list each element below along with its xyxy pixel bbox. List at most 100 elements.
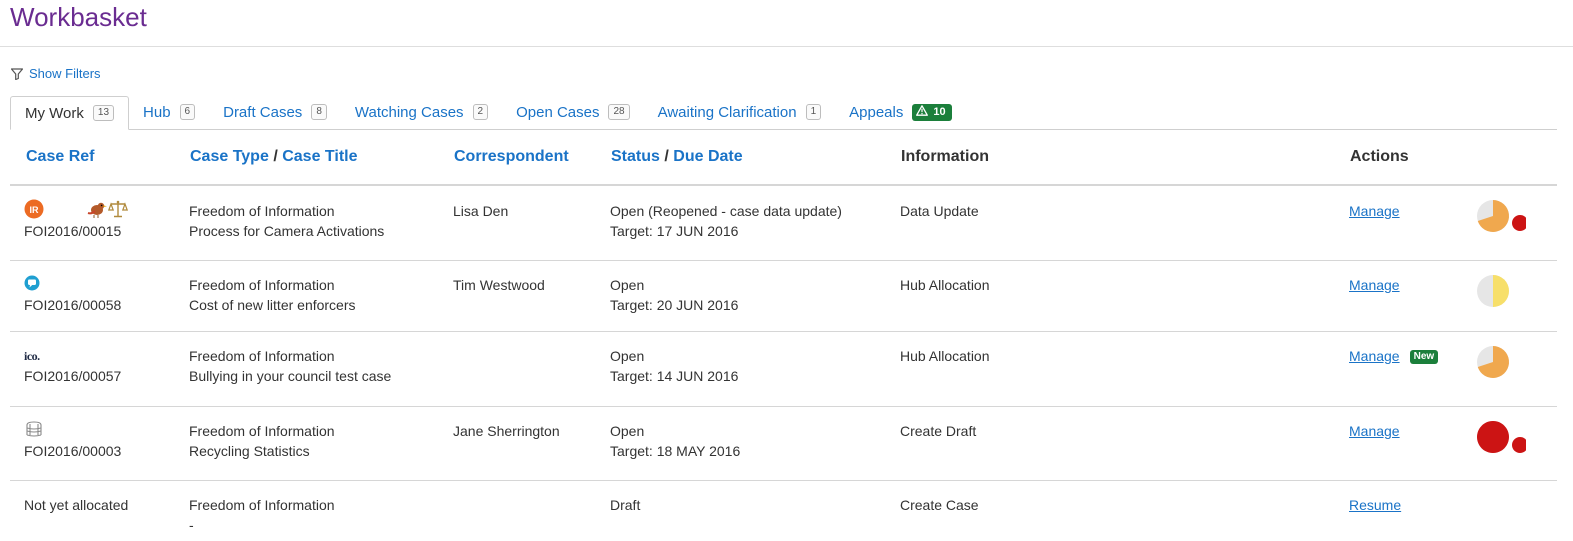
information: Hub Allocation: [900, 348, 990, 364]
chat-bubble-icon: [24, 275, 40, 296]
case-status: Open: [610, 348, 645, 364]
table-row: Not yet allocated Freedom of Information…: [10, 481, 1557, 541]
filter-icon: [11, 67, 23, 80]
case-title: Bullying in your council test case: [189, 368, 392, 384]
case-ref[interactable]: FOI2016/00015: [24, 221, 128, 241]
case-ref-cell: FOI2016/00003: [24, 420, 121, 461]
case-type: Freedom of Information: [189, 277, 335, 293]
case-type-cell: Freedom of Information -: [189, 495, 335, 535]
information: Create Case: [900, 497, 979, 513]
tab-draft-cases[interactable]: Draft Cases 8: [209, 96, 341, 128]
table-row: IR FOI2016/00015 Freedom of Information …: [10, 186, 1557, 261]
page-title: Workbasket: [10, 2, 147, 32]
case-status: Open (Reopened - case data update): [610, 203, 842, 219]
table-row: FOI2016/00058 Freedom of Information Cos…: [10, 261, 1557, 332]
deadline-indicator: [1476, 200, 1526, 236]
col-due-date[interactable]: Due Date: [673, 148, 742, 165]
table-row: FOI2016/00003 Freedom of Information Rec…: [10, 407, 1557, 481]
case-ref[interactable]: FOI2016/00058: [24, 295, 121, 315]
cases-table: Case Ref Case Type / Case Title Correspo…: [10, 130, 1557, 541]
col-case-type-title: Case Type / Case Title: [190, 148, 358, 166]
status-cell: Open Target: 18 MAY 2016: [610, 421, 740, 461]
target-date: Target: 18 MAY 2016: [610, 443, 741, 459]
case-type-cell: Freedom of Information Recycling Statist…: [189, 421, 335, 461]
new-badge: New: [1409, 350, 1439, 364]
tab-label: Awaiting Clarification: [657, 103, 797, 121]
manage-link[interactable]: Manage: [1349, 203, 1400, 219]
scales-icon: [107, 199, 129, 224]
case-ref[interactable]: FOI2016/00057: [24, 366, 121, 386]
tab-label: My Work: [25, 104, 84, 122]
status-cell: Open Target: 14 JUN 2016: [610, 346, 738, 386]
stack-icon: [24, 420, 44, 443]
tab-my-work[interactable]: My Work 13: [10, 96, 130, 130]
correspondent: Jane Sherrington: [453, 423, 560, 439]
case-type-cell: Freedom of Information Bullying in your …: [189, 346, 391, 386]
ico-logo-icon: ico.: [24, 349, 40, 363]
tab-count: 10: [933, 105, 946, 118]
case-ref-cell: FOI2016/00058: [24, 275, 121, 315]
case-icons: IR: [24, 199, 129, 224]
case-status: Open: [610, 277, 645, 293]
col-case-ref[interactable]: Case Ref: [26, 148, 94, 166]
deadline-indicator: [1476, 275, 1526, 311]
information: Create Draft: [900, 423, 977, 439]
case-icons: [24, 420, 121, 443]
tab-label: Open Cases: [516, 103, 600, 121]
tab-count: 13: [92, 105, 115, 121]
tab-appeals[interactable]: Appeals 10: [835, 96, 965, 128]
tab-count: 8: [311, 104, 327, 120]
case-ref-cell: IR FOI2016/00015: [24, 199, 129, 241]
overdue-dot: [1512, 215, 1526, 231]
case-type: Freedom of Information: [189, 423, 335, 439]
tab-awaiting-clarification[interactable]: Awaiting Clarification 1: [644, 96, 836, 128]
case-type: Freedom of Information: [189, 203, 335, 219]
tab-label: Hub: [143, 103, 171, 121]
case-status: Open: [610, 423, 645, 439]
title-divider: [0, 46, 1573, 47]
manage-link[interactable]: Manage: [1349, 277, 1400, 293]
case-icons: ico.: [24, 346, 121, 366]
overdue-dot: [1512, 437, 1526, 453]
tab-count: 28: [608, 104, 630, 120]
tab-count: 2: [472, 104, 489, 120]
col-status[interactable]: Status: [611, 148, 660, 165]
case-title: Recycling Statistics: [189, 443, 310, 459]
appeals-count-badge: 10: [912, 103, 952, 121]
show-filters-toggle[interactable]: Show Filters: [11, 66, 101, 81]
tab-hub[interactable]: Hub 6: [129, 96, 209, 128]
col-case-type[interactable]: Case Type: [190, 148, 269, 165]
status-cell: Open (Reopened - case data update) Targe…: [610, 201, 842, 241]
tab-label: Appeals: [849, 103, 904, 121]
information: Hub Allocation: [900, 277, 990, 293]
col-separator: /: [664, 148, 669, 165]
table-header: Case Ref Case Type / Case Title Correspo…: [10, 130, 1557, 186]
tab-count: 1: [805, 104, 822, 120]
case-status: Draft: [610, 497, 641, 513]
case-type-cell: Freedom of Information Cost of new litte…: [189, 275, 356, 315]
ir-badge-icon: IR: [24, 199, 44, 224]
resume-link[interactable]: Resume: [1349, 497, 1401, 513]
case-type: Freedom of Information: [189, 348, 335, 364]
progress-pie-fill: [1476, 421, 1509, 453]
manage-link[interactable]: Manage: [1349, 423, 1400, 439]
col-case-title[interactable]: Case Title: [282, 148, 357, 165]
case-ref[interactable]: FOI2016/00003: [24, 441, 121, 461]
workbasket-tabs: My Work 13 Hub 6 Draft Cases 8 Watching …: [10, 96, 1557, 130]
manage-link[interactable]: Manage: [1349, 348, 1400, 364]
tab-label: Draft Cases: [223, 103, 303, 121]
table-row: ico. FOI2016/00057 Freedom of Informatio…: [10, 332, 1557, 407]
bird-icon: [86, 199, 108, 224]
col-status-due: Status / Due Date: [611, 148, 743, 166]
tab-watching-cases[interactable]: Watching Cases 2: [341, 96, 502, 128]
case-title: Cost of new litter enforcers: [189, 297, 356, 313]
col-correspondent[interactable]: Correspondent: [454, 148, 569, 166]
correspondent: Tim Westwood: [453, 277, 545, 293]
warning-icon: [916, 104, 929, 120]
case-icons: [24, 275, 121, 295]
case-type: Freedom of Information: [189, 497, 335, 513]
deadline-indicator: [1476, 346, 1526, 382]
tab-open-cases[interactable]: Open Cases 28: [502, 96, 644, 128]
target-date: Target: 20 JUN 2016: [610, 297, 739, 313]
status-cell: Open Target: 20 JUN 2016: [610, 275, 738, 315]
